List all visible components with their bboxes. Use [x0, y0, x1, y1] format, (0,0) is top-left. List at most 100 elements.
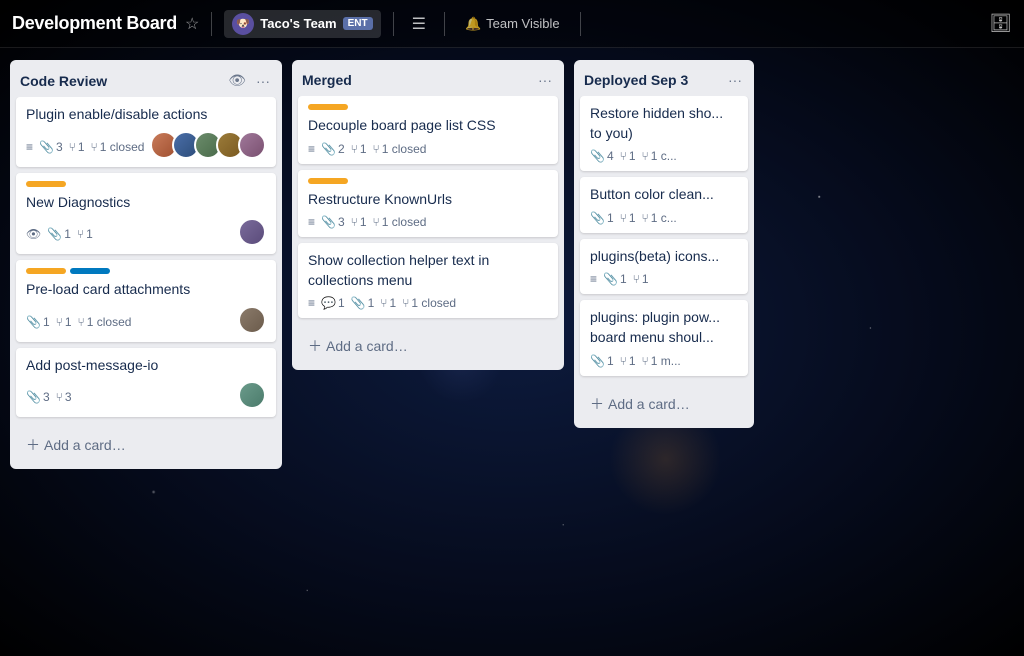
meta-github: ⑂ 1 [351, 142, 367, 156]
cabinet-icon[interactable]: 🗄 [989, 13, 1012, 34]
list-merged: Merged ··· Decouple board page list CSS … [292, 60, 564, 370]
meta-github: ⑂ 1 [620, 149, 636, 163]
label-yellow [308, 104, 348, 110]
meta-github: ⑂ 3 [56, 390, 72, 404]
card-title-cr2: New Diagnostics [26, 193, 266, 213]
list-code-review: Code Review 👁 ··· Plugin enable/disable … [10, 60, 282, 469]
add-card-code-review: ＋ Add a card… [10, 423, 282, 469]
menu-icon[interactable]: ☰ [406, 10, 432, 38]
card-d1[interactable]: Restore hidden sho...to you) 📎 4 ⑂ 1 ⑂ 1… [580, 96, 748, 171]
meta-attachments: 📎 3 [39, 140, 63, 154]
branch-icon: ⑂ [642, 211, 649, 225]
github-icon: ⑂ [633, 272, 640, 286]
add-card-button-merged[interactable]: ＋ Add a card… [300, 330, 556, 362]
header-divider-4 [580, 12, 581, 36]
cards-deployed: Restore hidden sho...to you) 📎 4 ⑂ 1 ⑂ 1… [574, 96, 754, 382]
visibility-button[interactable]: 🔔 Team Visible [457, 13, 568, 35]
list-header-code-review: Code Review 👁 ··· [10, 60, 282, 97]
plus-icon: ＋ [26, 435, 40, 455]
github-icon: ⑂ [69, 140, 76, 154]
card-meta-cr1: ≡ 📎 3 ⑂ 1 ⑂ 1 closed [26, 140, 144, 154]
github-icon: ⑂ [620, 211, 627, 225]
meta-comment: 💬 1 [321, 296, 345, 310]
description-icon: ≡ [308, 142, 315, 156]
comment-icon: 💬 [321, 296, 336, 310]
list-header-merged: Merged ··· [292, 60, 564, 96]
list-header-icons-deployed: ··· [726, 70, 744, 90]
meta-github: ⑂ 1 [620, 354, 636, 368]
card-meta-m1: ≡ 📎 2 ⑂ 1 ⑂ 1 closed [308, 142, 548, 156]
add-card-label: Add a card… [44, 437, 126, 453]
card-labels-cr2 [26, 181, 266, 187]
branch-icon: ⑂ [642, 354, 649, 368]
card-d3[interactable]: plugins(beta) icons... ≡ 📎 1 ⑂ 1 [580, 239, 748, 295]
list-header-deployed: Deployed Sep 3 ··· [574, 60, 754, 96]
more-icon-merged[interactable]: ··· [536, 70, 554, 90]
meta-att: 📎 3 [321, 215, 345, 229]
card-footer-cr3: 📎 1 ⑂ 1 ⑂ 1 closed [26, 306, 266, 334]
board-title: Development Board [12, 13, 177, 34]
meta-description: ≡ [26, 140, 33, 154]
attachment-icon: 📎 [590, 211, 605, 225]
eye-icon: 👁 [26, 227, 41, 241]
meta-att: 📎 1 [590, 211, 614, 225]
github-icon: ⑂ [56, 390, 63, 404]
github-icon: ⑂ [77, 227, 84, 241]
card-d4[interactable]: plugins: plugin pow...board menu shoul..… [580, 300, 748, 375]
meta-github: ⑂ 1 [351, 215, 367, 229]
header: Development Board ☆ 🐶 Taco's Team ENT ☰ … [0, 0, 1024, 48]
card-meta-d4: 📎 1 ⑂ 1 ⑂ 1 m... [590, 354, 738, 368]
card-meta-d2: 📎 1 ⑂ 1 ⑂ 1 c... [590, 211, 738, 225]
cards-code-review: Plugin enable/disable actions ≡ 📎 3 ⑂ 1 … [10, 97, 282, 423]
attachment-icon: 📎 [47, 227, 62, 241]
card-m3[interactable]: Show collection helper text in collectio… [298, 243, 558, 318]
attachment-icon: 📎 [590, 354, 605, 368]
attachment-icon: 📎 [351, 296, 366, 310]
card-meta-d1: 📎 4 ⑂ 1 ⑂ 1 c... [590, 149, 738, 163]
card-title-m3: Show collection helper text in collectio… [308, 251, 548, 290]
eye-icon[interactable]: 👁 [226, 70, 248, 91]
card-labels-m1 [308, 104, 548, 110]
card-cr3[interactable]: Pre-load card attachments 📎 1 ⑂ 1 ⑂ 1 cl… [16, 260, 276, 342]
cards-merged: Decouple board page list CSS ≡ 📎 2 ⑂ 1 ⑂… [292, 96, 564, 324]
description-icon: ≡ [26, 140, 33, 154]
card-title-d2: Button color clean... [590, 185, 738, 205]
plus-icon: ＋ [590, 394, 604, 414]
card-cr1[interactable]: Plugin enable/disable actions ≡ 📎 3 ⑂ 1 … [16, 97, 276, 167]
label-blue [70, 268, 110, 274]
meta-closed: ⑂ 1 m... [642, 354, 681, 368]
card-meta-cr4: 📎 3 ⑂ 3 [26, 390, 72, 404]
attachment-icon: 📎 [26, 390, 41, 404]
card-title-m1: Decouple board page list CSS [308, 116, 548, 136]
github-icon: ⑂ [620, 354, 627, 368]
add-card-button-code-review[interactable]: ＋ Add a card… [18, 429, 274, 461]
team-button[interactable]: 🐶 Taco's Team ENT [224, 10, 380, 38]
card-title-cr4: Add post-message-io [26, 356, 266, 376]
description-icon: ≡ [308, 296, 315, 310]
attachment-icon: 📎 [603, 272, 618, 286]
more-icon[interactable]: ··· [254, 71, 272, 91]
card-labels-cr3 [26, 268, 266, 274]
team-badge: ENT [343, 17, 373, 30]
card-cr4[interactable]: Add post-message-io 📎 3 ⑂ 3 [16, 348, 276, 418]
branch-icon: ⑂ [78, 315, 85, 329]
more-icon-deployed[interactable]: ··· [726, 70, 744, 90]
branch-icon: ⑂ [91, 140, 98, 154]
attachment-icon: 📎 [590, 149, 605, 163]
card-title-d1: Restore hidden sho...to you) [590, 104, 738, 143]
card-m1[interactable]: Decouple board page list CSS ≡ 📎 2 ⑂ 1 ⑂… [298, 96, 558, 164]
card-m2[interactable]: Restructure KnownUrls ≡ 📎 3 ⑂ 1 ⑂ 1 clos… [298, 170, 558, 238]
card-cr2[interactable]: New Diagnostics 👁 📎 1 ⑂ 1 [16, 173, 276, 255]
card-d2[interactable]: Button color clean... 📎 1 ⑂ 1 ⑂ 1 c... [580, 177, 748, 233]
meta-closed: ⑂ 1 c... [642, 149, 677, 163]
meta-att: 📎 1 [603, 272, 627, 286]
card-title-d4: plugins: plugin pow...board menu shoul..… [590, 308, 738, 347]
meta-closed: ⑂ 1 closed [373, 142, 427, 156]
header-divider-2 [393, 12, 394, 36]
meta-github: ⑂ 1 [56, 315, 72, 329]
star-icon[interactable]: ☆ [185, 14, 199, 34]
team-avatar: 🐶 [232, 13, 254, 35]
github-icon: ⑂ [620, 149, 627, 163]
add-card-button-deployed[interactable]: ＋ Add a card… [582, 388, 746, 420]
card-labels-m2 [308, 178, 548, 184]
